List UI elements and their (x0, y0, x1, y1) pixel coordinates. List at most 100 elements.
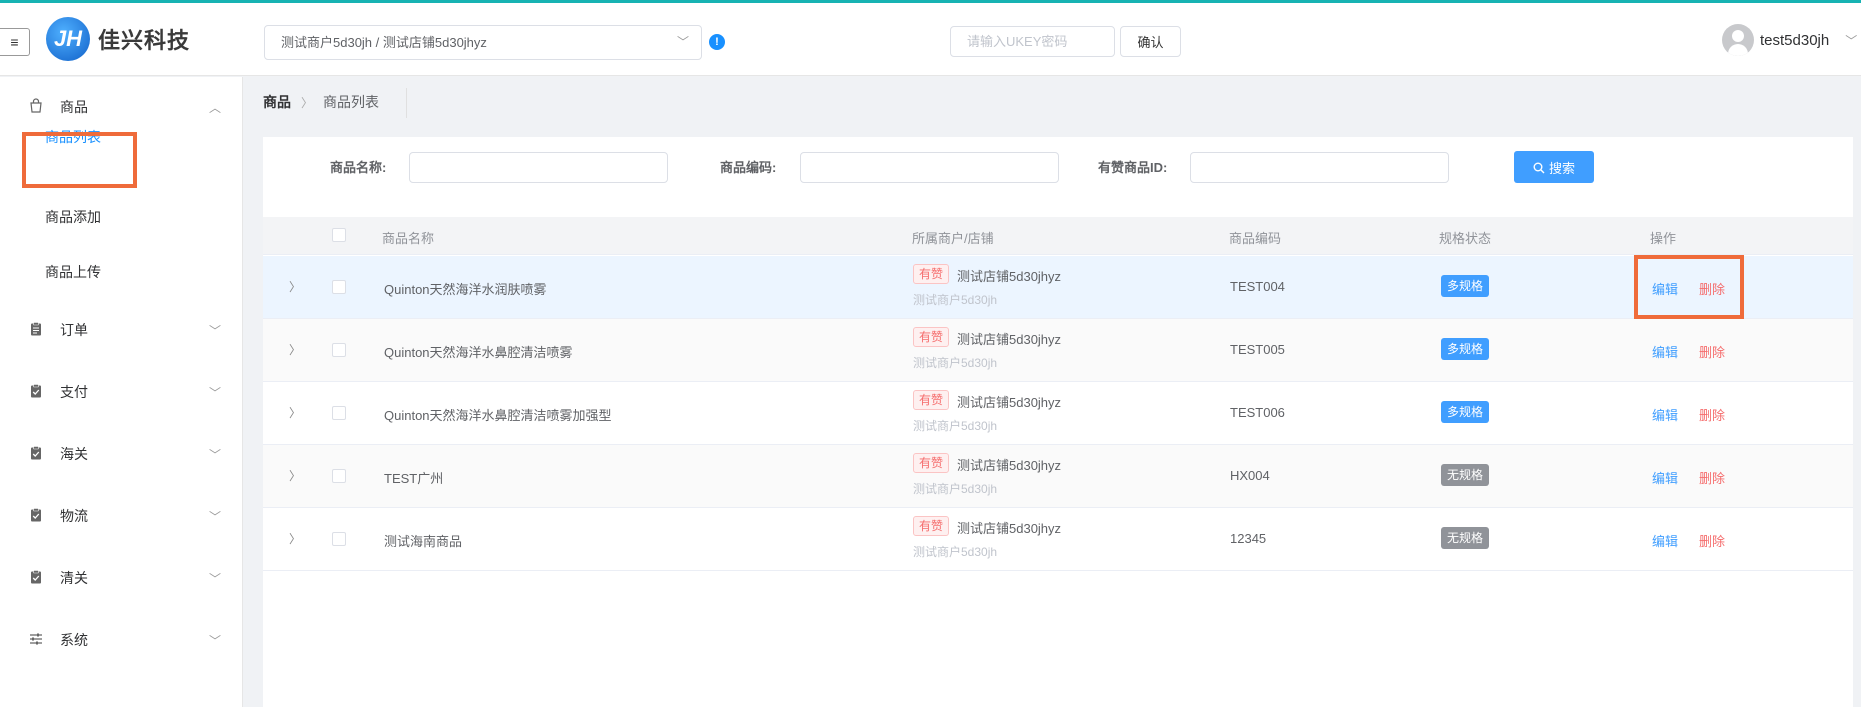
sidebar-item-customs[interactable]: 海关 ﹀ (0, 430, 243, 478)
chevron-right-icon[interactable]: 〉 (289, 530, 301, 547)
chevron-down-icon: ﹀ (208, 323, 221, 338)
highlight-box-goods-list (22, 132, 137, 188)
spec-status-badge: 无规格 (1441, 464, 1490, 486)
sidebar-item-label: 系统 (60, 632, 88, 648)
search-form: 商品名称: 商品编码: 有赞商品ID: 搜索 (263, 137, 1853, 217)
delete-link[interactable]: 删除 (1699, 342, 1725, 361)
table-row[interactable]: 〉 测试海南商品 有赞 测试店铺5d30jhyz 测试商户5d30jh 1234… (263, 508, 1853, 571)
chevron-right-icon[interactable]: 〉 (289, 467, 301, 484)
row-checkbox[interactable] (332, 280, 346, 294)
chevron-down-icon: ﹀ (208, 509, 221, 524)
youzan-id-input[interactable] (1190, 152, 1449, 183)
chevron-right-icon[interactable]: 〉 (289, 341, 301, 358)
avatar (1722, 24, 1754, 56)
select-all-checkbox[interactable] (332, 228, 346, 242)
logo-mark-icon: JH (46, 17, 90, 61)
chevron-down-icon: ﹀ (208, 633, 221, 648)
youzan-id-label: 有赞商品ID: (1098, 160, 1168, 175)
clipboard-check-icon (26, 383, 46, 402)
info-icon[interactable]: ! (709, 34, 725, 50)
row-checkbox[interactable] (332, 343, 346, 357)
merchant-name: 测试商户5d30jh (913, 419, 998, 433)
logo: JH 佳兴科技 (46, 17, 190, 61)
delete-link[interactable]: 删除 (1699, 468, 1725, 487)
delete-link[interactable]: 删除 (1699, 405, 1725, 424)
sidebar-item-payment[interactable]: 支付 ﹀ (0, 368, 243, 416)
search-button[interactable]: 搜索 (1514, 151, 1594, 183)
youzan-tag: 有赞 (913, 516, 950, 536)
table-row[interactable]: 〉 Quinton天然海洋水鼻腔清洁喷雾 有赞 测试店铺5d30jhyz 测试商… (263, 319, 1853, 382)
youzan-tag: 有赞 (913, 390, 950, 410)
username: test5d30jh (1760, 31, 1830, 49)
merchant-store-select-value: 测试商户5d30jh / 测试店铺5d30jhyz (281, 35, 487, 50)
merchant-name: 测试商户5d30jh (913, 545, 998, 559)
sidebar-item-system[interactable]: 系统 ﹀ (0, 616, 243, 664)
breadcrumb-level1[interactable]: 商品 (263, 92, 291, 112)
delete-link[interactable]: 删除 (1699, 531, 1725, 550)
breadcrumb-divider (406, 88, 407, 118)
youzan-tag: 有赞 (913, 453, 950, 473)
merchant-store-select[interactable]: 测试商户5d30jh / 测试店铺5d30jhyz ﹀ (264, 25, 702, 60)
sidebar-item-label: 海关 (60, 446, 88, 462)
youzan-tag: 有赞 (913, 327, 950, 347)
th-spec-status: 规格状态 (1439, 231, 1492, 246)
edit-link[interactable]: 编辑 (1652, 342, 1678, 361)
goods-name: TEST广州 (384, 471, 444, 486)
sidebar-item-goods[interactable]: 商品 ︿ (0, 83, 243, 131)
goods-code: TEST004 (1230, 279, 1285, 294)
goods-code-input[interactable] (800, 152, 1059, 183)
row-checkbox[interactable] (332, 532, 346, 546)
table-row[interactable]: 〉 Quinton天然海洋水润肤喷雾 有赞 测试店铺5d30jhyz 测试商户5… (263, 256, 1853, 319)
edit-link[interactable]: 编辑 (1652, 531, 1678, 550)
sidebar-item-logistics[interactable]: 物流 ﹀ (0, 492, 243, 540)
chevron-up-icon: ︿ (208, 100, 221, 115)
search-button-label: 搜索 (1548, 160, 1575, 176)
sidebar-item-label: 支付 (60, 384, 88, 400)
table-row[interactable]: 〉 Quinton天然海洋水鼻腔清洁喷雾加强型 有赞 测试店铺5d30jhyz … (263, 382, 1853, 445)
goods-code: TEST005 (1230, 342, 1285, 357)
clipboard-check-icon (26, 507, 46, 526)
bag-icon (26, 97, 46, 117)
chevron-down-icon: ﹀ (1845, 33, 1858, 48)
shop-name: 测试店铺5d30jhyz (957, 521, 1062, 536)
breadcrumb-level2: 商品列表 (323, 94, 380, 110)
user-menu[interactable]: test5d30jh ﹀ (1722, 24, 1857, 56)
shop-name: 测试店铺5d30jhyz (957, 332, 1062, 347)
sidebar-subitem-goods-add[interactable]: 商品添加 (45, 207, 101, 227)
chevron-right-icon[interactable]: 〉 (289, 278, 301, 295)
goods-name-input[interactable] (409, 152, 668, 183)
edit-link[interactable]: 编辑 (1652, 468, 1678, 487)
sidebar-item-label: 物流 (60, 508, 88, 524)
goods-name-label: 商品名称: (330, 160, 387, 175)
table-row[interactable]: 〉 TEST广州 有赞 测试店铺5d30jhyz 测试商户5d30jh HX00… (263, 445, 1853, 508)
sliders-icon (26, 631, 46, 650)
ukey-password-input[interactable] (950, 26, 1115, 57)
chevron-down-icon: ﹀ (208, 571, 221, 586)
shop-name: 测试店铺5d30jhyz (957, 395, 1062, 410)
table-header: 商品名称 所属商户/店铺 商品编码 规格状态 操作 (263, 217, 1853, 255)
edit-link[interactable]: 编辑 (1652, 405, 1678, 424)
goods-name: Quinton天然海洋水润肤喷雾 (384, 282, 547, 297)
youzan-tag: 有赞 (913, 264, 950, 284)
chevron-down-icon: ﹀ (208, 385, 221, 400)
sidebar-item-orders[interactable]: 订单 ﹀ (0, 306, 243, 354)
row-checkbox[interactable] (332, 406, 346, 420)
sidebar-item-label: 商品 (60, 99, 88, 115)
goods-code: 12345 (1230, 531, 1267, 546)
sidebar-subitem-goods-upload[interactable]: 商品上传 (45, 262, 101, 282)
chevron-down-icon: ﹀ (208, 447, 221, 462)
goods-name: Quinton天然海洋水鼻腔清洁喷雾加强型 (384, 408, 612, 423)
chevron-right-icon[interactable]: 〉 (289, 404, 301, 421)
sidebar-item-label: 清关 (60, 570, 88, 586)
breadcrumb: 商品 〉 商品列表 (263, 92, 379, 112)
row-checkbox[interactable] (332, 469, 346, 483)
confirm-button[interactable]: 确认 (1120, 26, 1181, 57)
goods-code-label: 商品编码: (720, 160, 777, 175)
app-header: ≡ JH 佳兴科技 测试商户5d30jh / 测试店铺5d30jhyz ﹀ ! … (0, 3, 1861, 76)
menu-toggle-button[interactable]: ≡ (0, 28, 30, 56)
goods-name: Quinton天然海洋水鼻腔清洁喷雾 (384, 345, 573, 360)
sidebar-item-clearance[interactable]: 清关 ﹀ (0, 554, 243, 602)
chevron-right-icon: 〉 (301, 95, 314, 110)
spec-status-badge: 多规格 (1441, 275, 1490, 297)
shop-name: 测试店铺5d30jhyz (957, 269, 1062, 284)
